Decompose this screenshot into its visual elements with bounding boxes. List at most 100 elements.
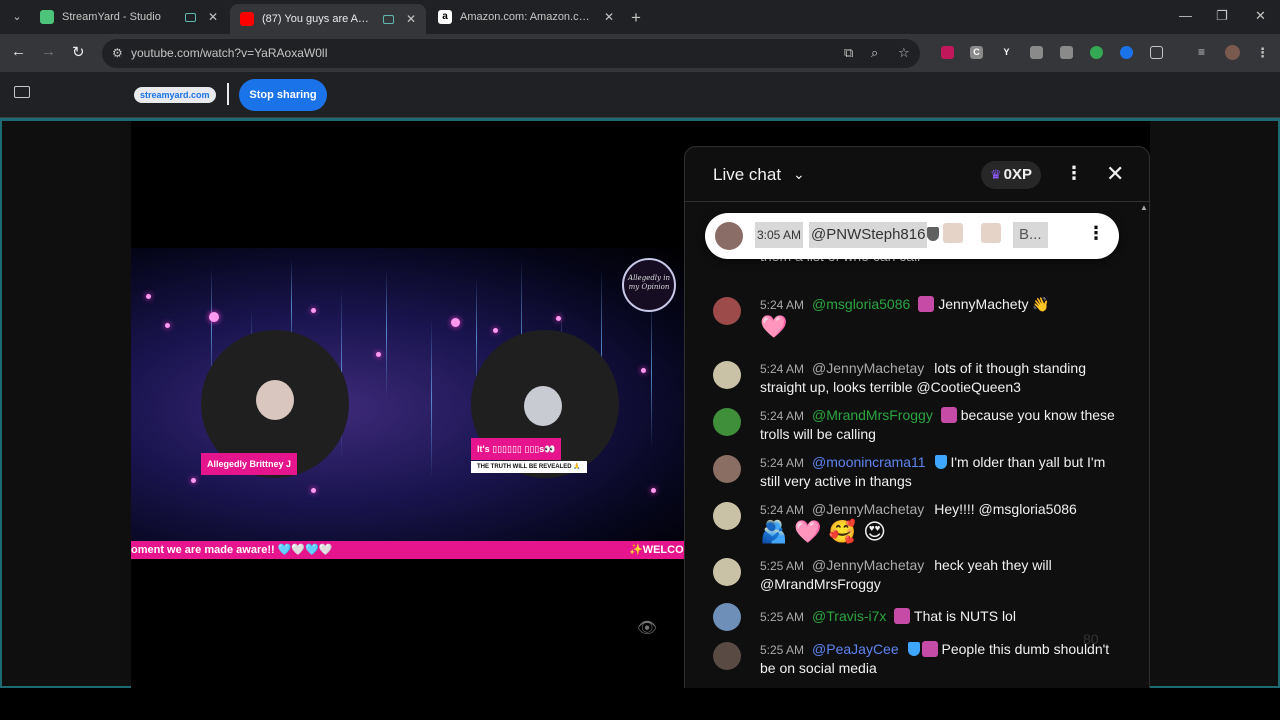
sparkle-dot	[165, 323, 170, 328]
extension-y-icon[interactable]: Y	[1000, 46, 1013, 59]
restore-icon[interactable]: ❐	[1216, 8, 1228, 24]
message-author[interactable]: @MrandMrsFroggy	[812, 407, 933, 423]
light-streak	[386, 268, 387, 398]
eyes-watermark-icon: 👁	[636, 620, 658, 637]
message-author[interactable]: @PeaJayCee	[812, 641, 899, 657]
tab-close-icon[interactable]: ✕	[406, 12, 416, 26]
avatar[interactable]	[713, 408, 741, 436]
tab-amazon[interactable]: a Amazon.com: Amazon.com Gift ✕	[428, 4, 624, 30]
tab-title: StreamYard - Studio	[62, 11, 161, 23]
tab-search-button[interactable]: ⌄	[6, 7, 28, 27]
window-close-icon[interactable]: ✕	[1255, 8, 1266, 24]
chevron-down-icon[interactable]: ⌄	[793, 166, 805, 183]
message-time: 5:25 AM	[760, 610, 805, 624]
message-body: 5:25 AM @PeaJayCee People this dumb shoul…	[760, 640, 1115, 677]
message-body: 5:24 AM @JennyMachetay Hey!!!! @msgloria5…	[760, 500, 1115, 547]
chat-header: Live chat ⌄ ♛ 0XP ⋮ ✕	[685, 147, 1149, 202]
member-badge-icon	[894, 608, 911, 624]
extension-icon[interactable]	[1060, 46, 1073, 59]
message-author[interactable]: @JennyMachetay	[812, 557, 924, 573]
tab-close-icon[interactable]: ✕	[208, 10, 218, 24]
stream-stage: Allegedly Brittney J It's ▯▯▯▯▯▯ ▯▯▯s👀 T…	[131, 248, 691, 541]
stop-sharing-button[interactable]: Stop sharing	[239, 79, 327, 111]
faint-overlay-number: 80	[1083, 631, 1099, 647]
reload-icon[interactable]: ↻	[72, 43, 85, 61]
bookmark-star-icon[interactable]: ☆	[898, 45, 910, 61]
forward-arrow-icon[interactable]: →	[41, 43, 56, 60]
extension-icon[interactable]	[1090, 46, 1103, 59]
youtube-favicon	[240, 12, 254, 26]
chat-close-icon[interactable]: ✕	[1106, 161, 1124, 187]
sparkle-dot	[376, 352, 381, 357]
sparkle-dot	[191, 478, 196, 483]
browser-menu-icon[interactable]: ⋮	[1256, 46, 1269, 59]
install-app-icon[interactable]: ⧉	[844, 45, 853, 61]
page-content: Allegedly Brittney J It's ▯▯▯▯▯▯ ▯▯▯s👀 T…	[0, 118, 1280, 688]
sparkle-dot	[146, 294, 151, 299]
light-streak	[651, 298, 652, 448]
message-author[interactable]: @moonincrama11	[812, 454, 926, 470]
moderator-badge-icon	[927, 227, 939, 241]
message-text: Hey!!!! @msgloria5086	[934, 501, 1077, 517]
message-emoji: 🫂 🩷 🥰 😍	[760, 520, 887, 545]
tab-streamyard[interactable]: StreamYard - Studio ✕	[30, 4, 228, 30]
message-text: That is NUTS lol	[914, 608, 1016, 624]
avatar[interactable]	[713, 558, 741, 586]
extensions-puzzle-icon[interactable]	[1150, 46, 1163, 59]
scroll-up-arrow-icon[interactable]: ▲	[1140, 203, 1148, 212]
live-chat-panel: Live chat ⌄ ♛0XP ⋮ ✕ ▲ them a list of wh…	[684, 146, 1150, 688]
avatar[interactable]	[713, 603, 741, 631]
pinned-time: 3:05 AM	[755, 222, 804, 248]
zoom-icon[interactable]: ⌕	[871, 45, 878, 61]
message-time: 5:25 AM	[760, 559, 805, 573]
chat-title[interactable]: Live chat	[713, 165, 781, 185]
url-text[interactable]: youtube.com/watch?v=YaRAoxaW0lI	[131, 46, 328, 60]
sparkle-dot	[651, 488, 656, 493]
pinned-message[interactable]: 3:05 AM @PNWSteph816 B... ⋮	[705, 213, 1119, 259]
message-emoji: 🩷	[760, 315, 788, 340]
ticker-text-next: ✨WELCO	[629, 544, 684, 556]
avatar[interactable]	[713, 502, 741, 530]
sparkle-dot	[209, 312, 219, 322]
sparkle-dot	[311, 488, 316, 493]
extension-icon[interactable]	[1030, 46, 1043, 59]
message-author[interactable]: @JennyMachetay	[812, 360, 924, 376]
tab-youtube[interactable]: (87) You guys are Awesome ✕	[230, 4, 426, 34]
screen-share-indicator-icon	[382, 14, 394, 24]
video-player[interactable]: Allegedly Brittney J It's ▯▯▯▯▯▯ ▯▯▯s👀 T…	[131, 121, 1150, 688]
profile-avatar[interactable]	[1225, 45, 1240, 60]
message-author[interactable]: @Travis-i7x	[812, 608, 886, 624]
xp-badge[interactable]: ♛ 0XP	[981, 161, 1042, 189]
avatar[interactable]	[713, 455, 741, 483]
tab-title: (87) You guys are Awesome	[262, 13, 375, 25]
message-time: 5:25 AM	[760, 643, 805, 657]
avatar[interactable]	[713, 642, 741, 670]
tab-close-icon[interactable]: ✕	[604, 10, 614, 24]
back-arrow-icon[interactable]: ←	[11, 43, 26, 60]
address-bar[interactable]: ⚙ youtube.com/watch?v=YaRAoxaW0lI ⧉ ⌕ ☆	[102, 39, 920, 68]
pinned-user[interactable]: @PNWSteph816	[809, 222, 928, 248]
message-author[interactable]: @JennyMachetay	[812, 501, 924, 517]
media-controls-icon[interactable]: ≡	[1195, 46, 1208, 59]
avatar[interactable]	[713, 297, 741, 325]
site-info-icon[interactable]: ⚙	[112, 46, 123, 60]
chat-menu-kebab-icon[interactable]: ⋮	[1065, 163, 1083, 184]
ticker-text: oment we are made aware!! 🩵🤍🩵🤍	[131, 544, 333, 556]
minimize-icon[interactable]: —	[1179, 8, 1192, 23]
host-2-avatar	[524, 386, 562, 426]
extension-c-icon[interactable]: C	[970, 46, 983, 59]
pinned-menu-kebab-icon[interactable]: ⋮	[1087, 223, 1105, 244]
amazon-favicon: a	[438, 10, 452, 24]
avatar[interactable]	[713, 361, 741, 389]
sparkle-dot	[493, 328, 498, 333]
news-ticker: oment we are made aware!! 🩵🤍🩵🤍 ✨WELCO	[131, 541, 691, 559]
message-time: 5:24 AM	[760, 503, 805, 517]
message-author[interactable]: @msgloria5086	[812, 296, 910, 312]
moderator-shield-icon	[907, 642, 920, 656]
extension-icon[interactable]	[941, 46, 954, 59]
extension-icon[interactable]	[1120, 46, 1133, 59]
member-badge-icon	[940, 407, 957, 423]
message-time: 5:24 AM	[760, 456, 805, 470]
new-tab-plus-icon[interactable]: +	[631, 8, 641, 28]
member-badge-icon	[943, 223, 963, 243]
